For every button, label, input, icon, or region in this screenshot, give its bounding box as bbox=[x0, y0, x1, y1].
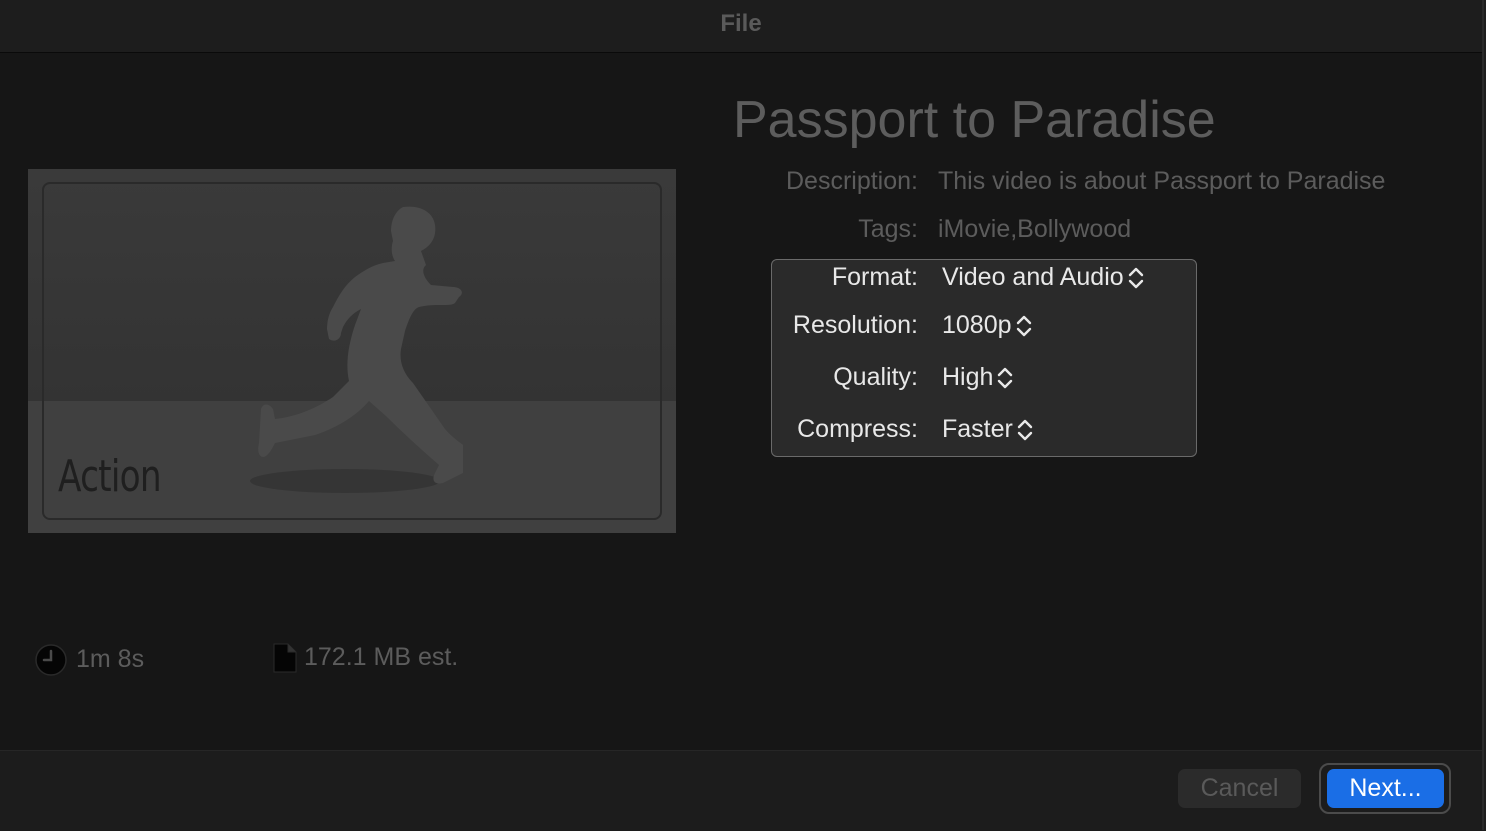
resolution-popup[interactable]: 1080p bbox=[942, 311, 1032, 340]
dialog-footer: Cancel Next... bbox=[0, 750, 1482, 831]
chevron-up-down-icon bbox=[1128, 267, 1143, 288]
format-label: Format: bbox=[831, 263, 918, 291]
window-title: File bbox=[720, 10, 762, 37]
document-icon bbox=[273, 643, 297, 673]
compress-label: Compress: bbox=[797, 415, 918, 443]
description-label: Description: bbox=[786, 167, 918, 195]
tags-label: Tags: bbox=[858, 215, 918, 243]
quality-popup[interactable]: High bbox=[942, 363, 1013, 392]
share-dialog: File Action Passport to Paradise Descrip… bbox=[0, 0, 1484, 831]
cancel-button[interactable]: Cancel bbox=[1178, 769, 1301, 808]
movie-title: Passport to Paradise bbox=[733, 91, 1216, 149]
duration-text: 1m 8s bbox=[76, 645, 145, 673]
file-size-text: 172.1 MB est. bbox=[304, 643, 459, 671]
compress-value: Faster bbox=[942, 415, 1013, 443]
chevron-up-down-icon bbox=[998, 367, 1013, 388]
chevron-up-down-icon bbox=[1016, 315, 1031, 336]
chevron-up-down-icon bbox=[1017, 419, 1033, 440]
compress-popup[interactable]: Faster bbox=[942, 415, 1033, 444]
format-popup[interactable]: Video and Audio bbox=[942, 263, 1144, 292]
next-button[interactable]: Next... bbox=[1327, 769, 1444, 808]
theme-thumbnail: Action bbox=[28, 169, 676, 533]
description-field[interactable]: This video is about Passport to Paradise bbox=[938, 167, 1385, 196]
format-value: Video and Audio bbox=[942, 263, 1124, 291]
theme-label: Action bbox=[58, 451, 162, 502]
tags-field[interactable]: iMovie,Bollywood bbox=[938, 215, 1131, 244]
quality-value: High bbox=[942, 363, 994, 391]
clock-icon bbox=[35, 644, 67, 676]
resolution-label: Resolution: bbox=[792, 311, 918, 339]
quality-label: Quality: bbox=[833, 363, 918, 391]
resolution-value: 1080p bbox=[942, 311, 1012, 339]
title-bar: File bbox=[0, 0, 1482, 53]
